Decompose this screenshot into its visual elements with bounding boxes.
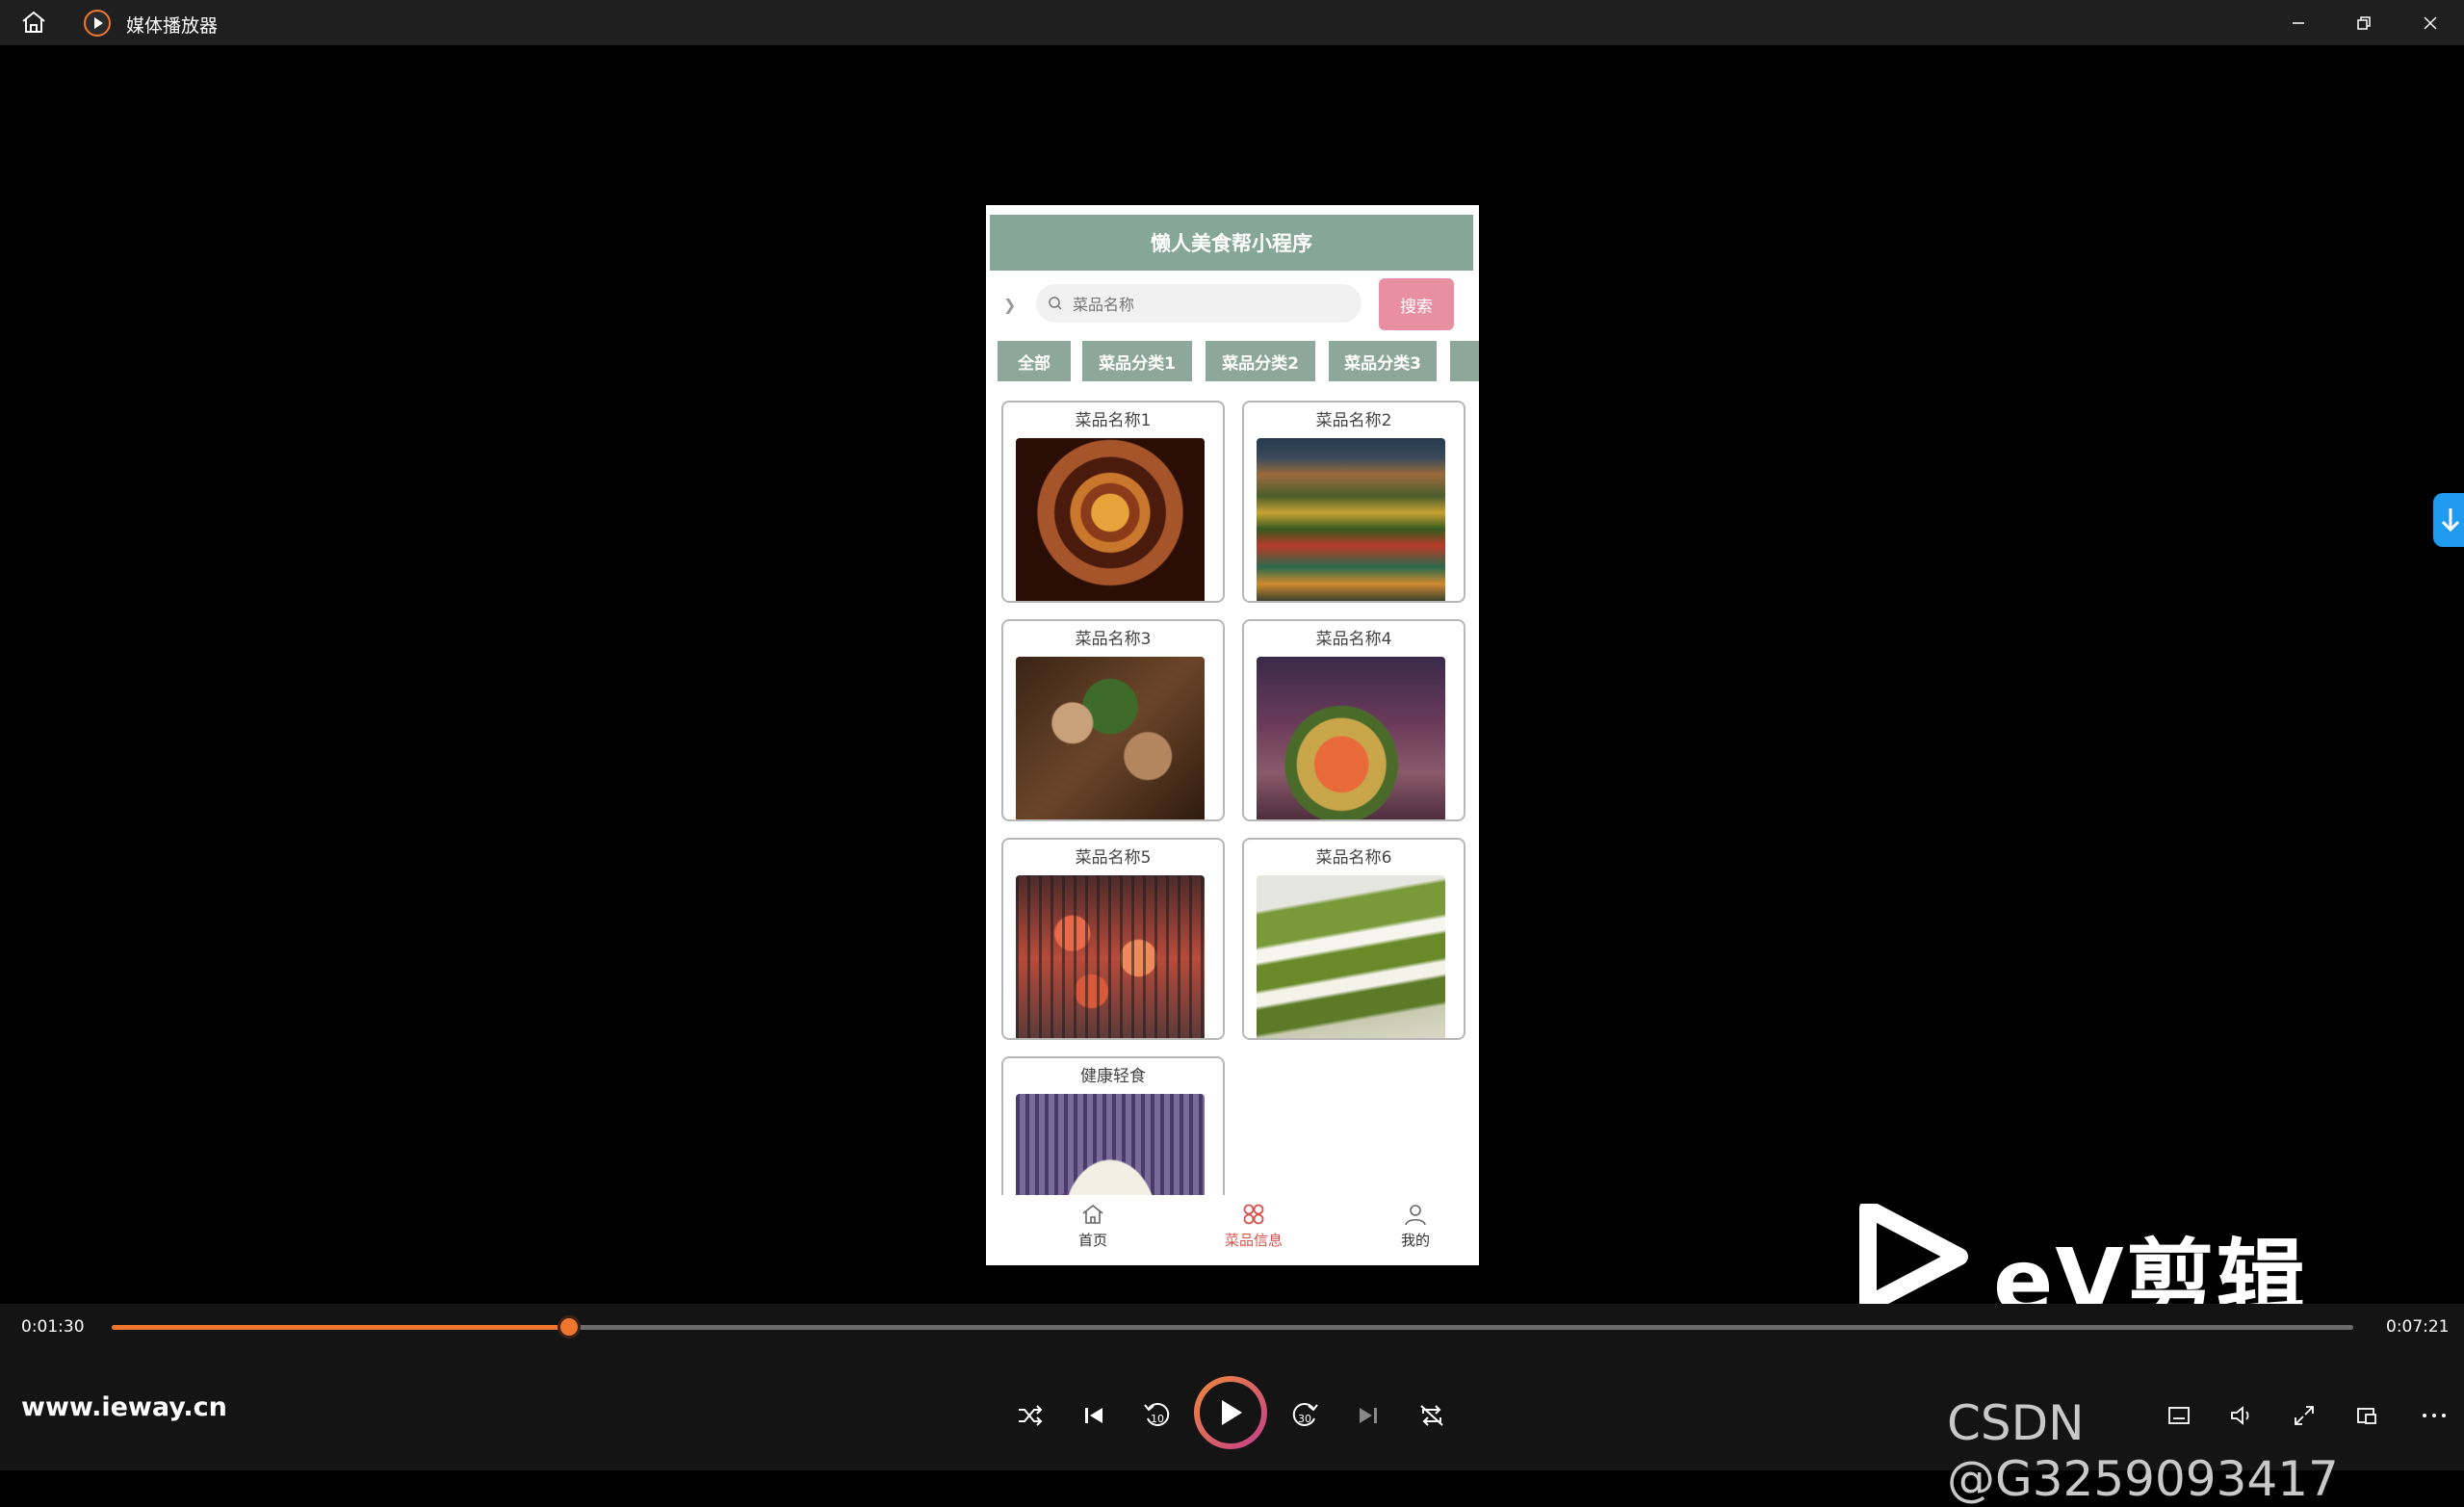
- search-button[interactable]: 搜索: [1379, 278, 1454, 330]
- dish-card[interactable]: 菜品名称6: [1242, 838, 1465, 1040]
- shuffle-button[interactable]: [1011, 1396, 1050, 1435]
- title-bar: 媒体播放器: [0, 0, 2464, 45]
- grid-icon: [1243, 1204, 1264, 1225]
- dish-name: 菜品名称3: [1075, 630, 1152, 649]
- dish-name: 菜品名称5: [1075, 848, 1152, 868]
- player-controls: 0:01:30 0:07:21 www.ieway.cn 10 30 CSDN …: [0, 1304, 2464, 1507]
- play-icon: [1222, 1400, 1242, 1425]
- user-icon: [1405, 1205, 1426, 1226]
- window-title: 媒体播放器: [126, 15, 219, 37]
- floating-download-button[interactable]: [2433, 493, 2464, 547]
- category-tab[interactable]: 全部: [998, 341, 1071, 381]
- category-tab[interactable]: 菜品分类1: [1082, 341, 1192, 381]
- tab-dish-info[interactable]: 菜品信息: [1201, 1203, 1307, 1260]
- dish-card[interactable]: 菜品名称4: [1242, 619, 1465, 821]
- home-icon[interactable]: [19, 9, 50, 38]
- skip-next-icon: [1360, 1408, 1377, 1423]
- tab-profile[interactable]: 我的: [1362, 1203, 1468, 1260]
- platter-photo: [1257, 657, 1445, 819]
- tab-home[interactable]: 首页: [1040, 1203, 1146, 1260]
- category-tab-partial[interactable]: [1450, 341, 1479, 381]
- matcha-cake-photo: [1257, 875, 1445, 1038]
- chevron-right-icon: ❯: [1003, 296, 1017, 314]
- dish-card[interactable]: 菜品名称5: [1001, 838, 1225, 1040]
- csdn-overlay-text: CSDN @G3259093417: [1947, 1395, 2339, 1507]
- site-url: www.ieway.cn: [21, 1392, 227, 1422]
- forward-30-button[interactable]: 30: [1285, 1396, 1324, 1435]
- dish-card[interactable]: 菜品名称3: [1001, 619, 1225, 821]
- dish-name: 菜品名称2: [1315, 411, 1392, 430]
- tab-label: 菜品信息: [1224, 1232, 1283, 1249]
- seek-progress: [112, 1325, 569, 1330]
- category-tabs: 全部 菜品分类1 菜品分类2 菜品分类3: [998, 341, 1479, 383]
- burger-photo: [1257, 438, 1445, 601]
- category-tab[interactable]: 菜品分类2: [1206, 341, 1315, 381]
- dish-name: 健康轻食: [1080, 1067, 1146, 1086]
- seek-handle[interactable]: [557, 1315, 581, 1338]
- total-time: 0:07:21: [2386, 1317, 2450, 1337]
- rewind-10-icon: 10: [1144, 1402, 1170, 1426]
- dish-name: 菜品名称1: [1075, 411, 1152, 430]
- grilled-meat-photo: [1016, 657, 1205, 819]
- svg-text:10: 10: [1151, 1413, 1164, 1425]
- grilled-shrimp-photo: [1016, 875, 1205, 1038]
- next-button[interactable]: [1349, 1396, 1388, 1435]
- repeat-button[interactable]: [1413, 1396, 1451, 1435]
- shuffle-icon: [1019, 1405, 1043, 1426]
- phone-screen: 懒人美食帮小程序 ❯ 搜索 全部 菜品分类1 菜品分类2 菜品分类3 菜品名称1…: [986, 205, 1479, 1265]
- media-player-icon: [83, 9, 112, 38]
- search-box[interactable]: [1036, 284, 1362, 323]
- category-tab[interactable]: 菜品分类3: [1329, 341, 1437, 381]
- dish-name: 菜品名称6: [1315, 848, 1392, 868]
- close-button[interactable]: [2397, 0, 2464, 45]
- tab-label: 我的: [1400, 1232, 1430, 1249]
- skip-previous-icon: [1085, 1408, 1102, 1423]
- tab-bar: 首页 菜品信息 我的: [986, 1195, 1479, 1265]
- current-time: 0:01:30: [21, 1317, 85, 1337]
- search-input[interactable]: [1071, 290, 1344, 319]
- previous-button[interactable]: [1075, 1396, 1113, 1435]
- tab-label: 首页: [1077, 1232, 1107, 1249]
- seek-bar[interactable]: [112, 1315, 2353, 1338]
- mini-program-header: 懒人美食帮小程序: [990, 215, 1473, 271]
- search-icon: [1049, 297, 1062, 310]
- dish-card[interactable]: 菜品名称2: [1242, 401, 1465, 603]
- hotpot-photo: [1016, 438, 1205, 601]
- repeat-off-icon: [1420, 1405, 1443, 1426]
- restore-button[interactable]: [2330, 0, 2398, 45]
- arrow-down-icon: [2441, 508, 2460, 533]
- dish-card[interactable]: 菜品名称1: [1001, 401, 1225, 603]
- forward-30-icon: 30: [1292, 1402, 1318, 1426]
- home-icon: [1082, 1204, 1103, 1224]
- rewind-10-button[interactable]: 10: [1138, 1396, 1177, 1435]
- ev-logo-icon: [1859, 1200, 1968, 1313]
- svg-text:30: 30: [1298, 1413, 1311, 1425]
- dish-name: 菜品名称4: [1315, 630, 1392, 649]
- minimize-button[interactable]: [2265, 0, 2332, 45]
- search-row: ❯ 搜索: [986, 274, 1479, 340]
- play-button[interactable]: [1194, 1376, 1267, 1449]
